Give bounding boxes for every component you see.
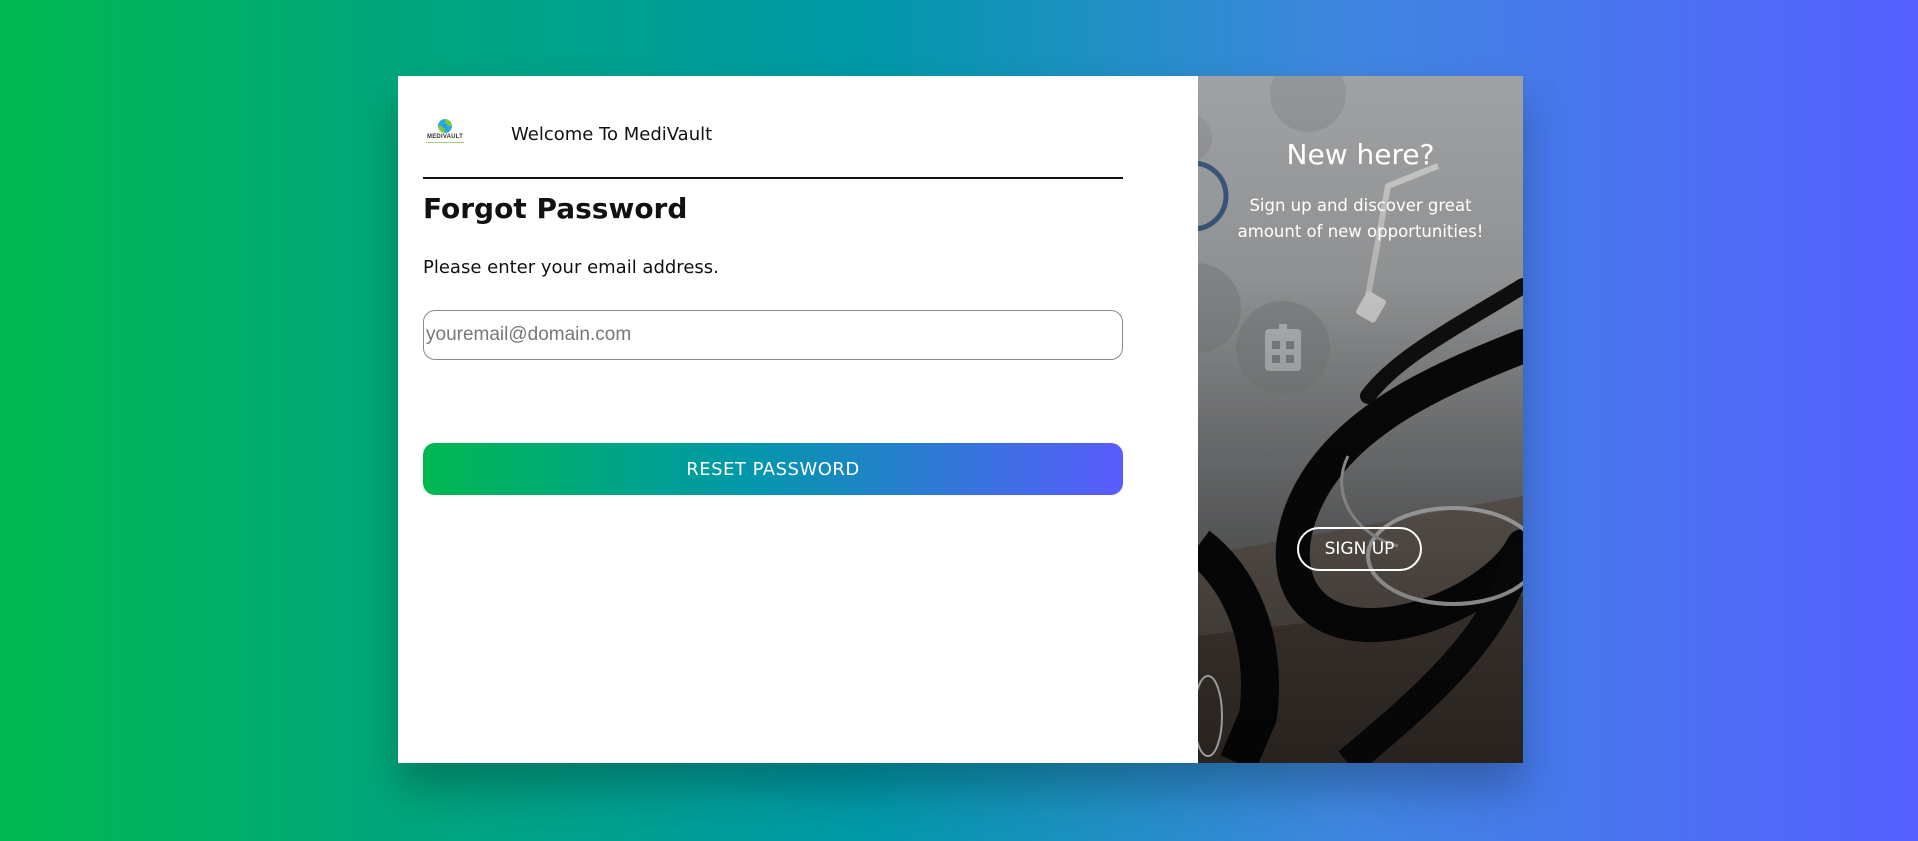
reset-password-button[interactable]: RESET PASSWORD bbox=[423, 443, 1123, 495]
logo-underline bbox=[426, 142, 464, 143]
forgot-password-card: MEDIVAULT Welcome To MediVault Forgot Pa… bbox=[398, 76, 1523, 763]
new-here-heading: New here? bbox=[1286, 138, 1435, 171]
instruction-text: Please enter your email address. bbox=[423, 257, 719, 278]
logo-text: MEDIVAULT bbox=[427, 134, 463, 140]
welcome-text: Welcome To MediVault bbox=[511, 123, 713, 145]
email-input[interactable] bbox=[423, 310, 1123, 360]
signup-content: New here? Sign up and discover great amo… bbox=[1198, 76, 1523, 763]
page-title: Forgot Password bbox=[423, 192, 688, 225]
sign-up-button[interactable]: SIGN UP bbox=[1297, 527, 1422, 571]
header-divider bbox=[423, 177, 1123, 179]
medivault-logo: MEDIVAULT bbox=[423, 119, 467, 149]
header: MEDIVAULT Welcome To MediVault bbox=[423, 114, 1123, 154]
logo-mark-icon bbox=[438, 119, 452, 133]
form-panel: MEDIVAULT Welcome To MediVault Forgot Pa… bbox=[398, 76, 1198, 763]
signup-description: Sign up and discover great amount of new… bbox=[1237, 196, 1484, 241]
signup-panel: New here? Sign up and discover great amo… bbox=[1198, 76, 1523, 763]
